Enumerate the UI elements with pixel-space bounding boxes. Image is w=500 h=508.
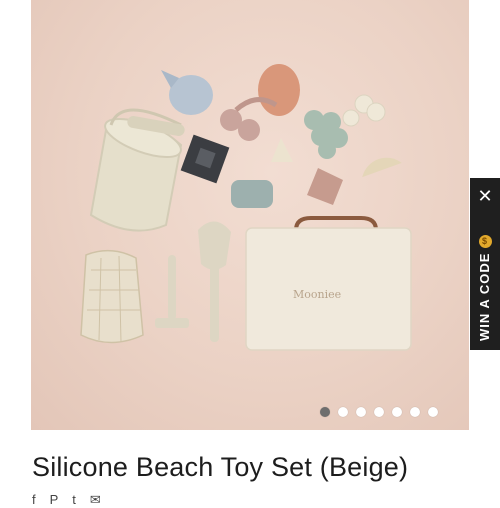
carousel-dot[interactable] bbox=[356, 407, 366, 417]
net-bag bbox=[80, 249, 144, 344]
rake-tool bbox=[155, 255, 189, 328]
shell-mold bbox=[271, 138, 293, 162]
carousel-dot[interactable] bbox=[428, 407, 438, 417]
share-row: f P t ✉ bbox=[32, 492, 101, 508]
facebook-icon[interactable]: f bbox=[32, 492, 36, 508]
win-a-code-label[interactable]: WIN A CODE $ bbox=[471, 228, 499, 348]
pinterest-icon[interactable]: P bbox=[50, 492, 59, 508]
storage-case: Mooniee bbox=[245, 216, 412, 351]
twitter-icon[interactable]: t bbox=[72, 492, 76, 508]
shovel-tool bbox=[198, 221, 231, 342]
carousel-dot[interactable] bbox=[338, 407, 348, 417]
lemon-mold bbox=[258, 64, 300, 116]
watermelon-mold bbox=[362, 157, 402, 178]
email-icon[interactable]: ✉ bbox=[90, 492, 101, 508]
carousel-dot[interactable] bbox=[374, 407, 384, 417]
win-a-code-tab[interactable]: ✕ WIN A CODE $ bbox=[470, 178, 500, 350]
close-icon[interactable]: ✕ bbox=[470, 186, 500, 206]
carousel-dot[interactable] bbox=[392, 407, 402, 417]
product-photo-illustration: Mooniee bbox=[80, 64, 412, 351]
product-title: Silicone Beach Toy Set (Beige) bbox=[32, 452, 409, 482]
carousel-dot[interactable] bbox=[410, 407, 420, 417]
bucket-toy bbox=[89, 108, 185, 232]
coin-icon: $ bbox=[479, 234, 492, 248]
bear-mold bbox=[342, 94, 386, 127]
win-a-code-text: WIN A CODE bbox=[477, 252, 492, 342]
carousel-dots bbox=[320, 405, 438, 419]
fish-mold bbox=[161, 70, 213, 115]
star-mold bbox=[307, 168, 343, 205]
castle-mold bbox=[180, 134, 230, 184]
product-image[interactable]: Mooniee bbox=[31, 0, 469, 430]
grape-mold bbox=[304, 110, 348, 159]
carousel-dot[interactable] bbox=[320, 407, 330, 417]
turtle-mold bbox=[231, 180, 273, 208]
case-brand-text: Mooniee bbox=[293, 288, 341, 301]
